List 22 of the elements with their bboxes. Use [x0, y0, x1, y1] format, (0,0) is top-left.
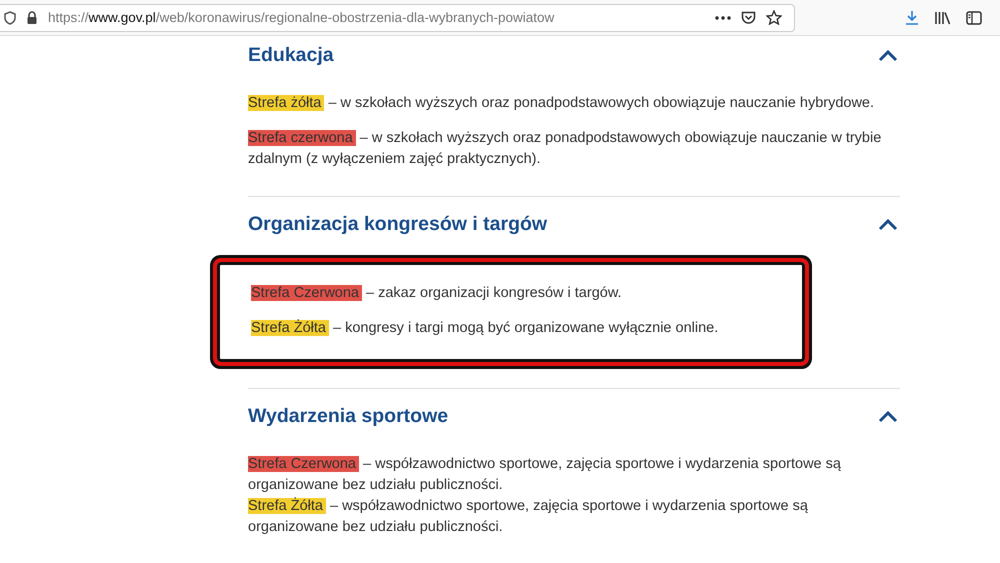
zone-rule: Strefa czerwona – w szkołach wyższych oraz ponadpodstawowych obowiązuje nauczanie w trybie zdalnym (z wyłączeniem zajęć praktycznych).	[248, 129, 882, 169]
pocket-icon[interactable]	[741, 10, 756, 24]
zone-rule: Strefa żółta – w szkołach wyższych oraz ponadpodstawowych obowiązuje nauczanie hybrydowe.	[248, 94, 876, 113]
chevron-up-icon[interactable]	[878, 218, 898, 230]
zone-rule: Strefa Żółta – współzawodnictwo sportowe, zajęcia sportowe i wydarzenia sportowe są organizowane bez udziału publiczności.	[248, 496, 809, 537]
chevron-up-icon[interactable]	[878, 410, 898, 422]
more-icon[interactable]	[715, 16, 731, 20]
sidebar-icon[interactable]	[966, 10, 982, 24]
section-heading[interactable]: Wydarzenia sportowe	[248, 405, 448, 428]
star-icon[interactable]	[766, 10, 782, 25]
download-icon[interactable]	[905, 10, 919, 25]
section-heading[interactable]: Organizacja kongresów i targów	[248, 213, 548, 236]
lock-icon[interactable]	[26, 10, 38, 24]
section-heading[interactable]: Edukacja	[248, 44, 334, 67]
zone-rule: Strefa Czerwona – współzawodnictwo sportowe, zajęcia sportowe i wydarzenia sportowe są organizowane bez udziału publiczności.	[248, 455, 842, 495]
library-icon[interactable]	[934, 10, 951, 24]
address-bar[interactable]: https://www.gov.pl/web/koronawirus/regionalne-obostrzenia-dla-wybranych-powiatow	[0, 4, 795, 32]
chevron-up-icon[interactable]	[878, 50, 898, 62]
shield-icon[interactable]	[4, 10, 16, 24]
url-text[interactable]: https://www.gov.pl/web/koronawirus/regionalne-obostrzenia-dla-wybranych-powiatow	[48, 10, 554, 25]
zone-rule: Strefa Czerwona – zakaz organizacji kongresów i targów.	[251, 284, 623, 303]
zone-rule: Strefa Żółta – kongresy i targi mogą być organizowane wyłącznie online.	[251, 318, 720, 338]
